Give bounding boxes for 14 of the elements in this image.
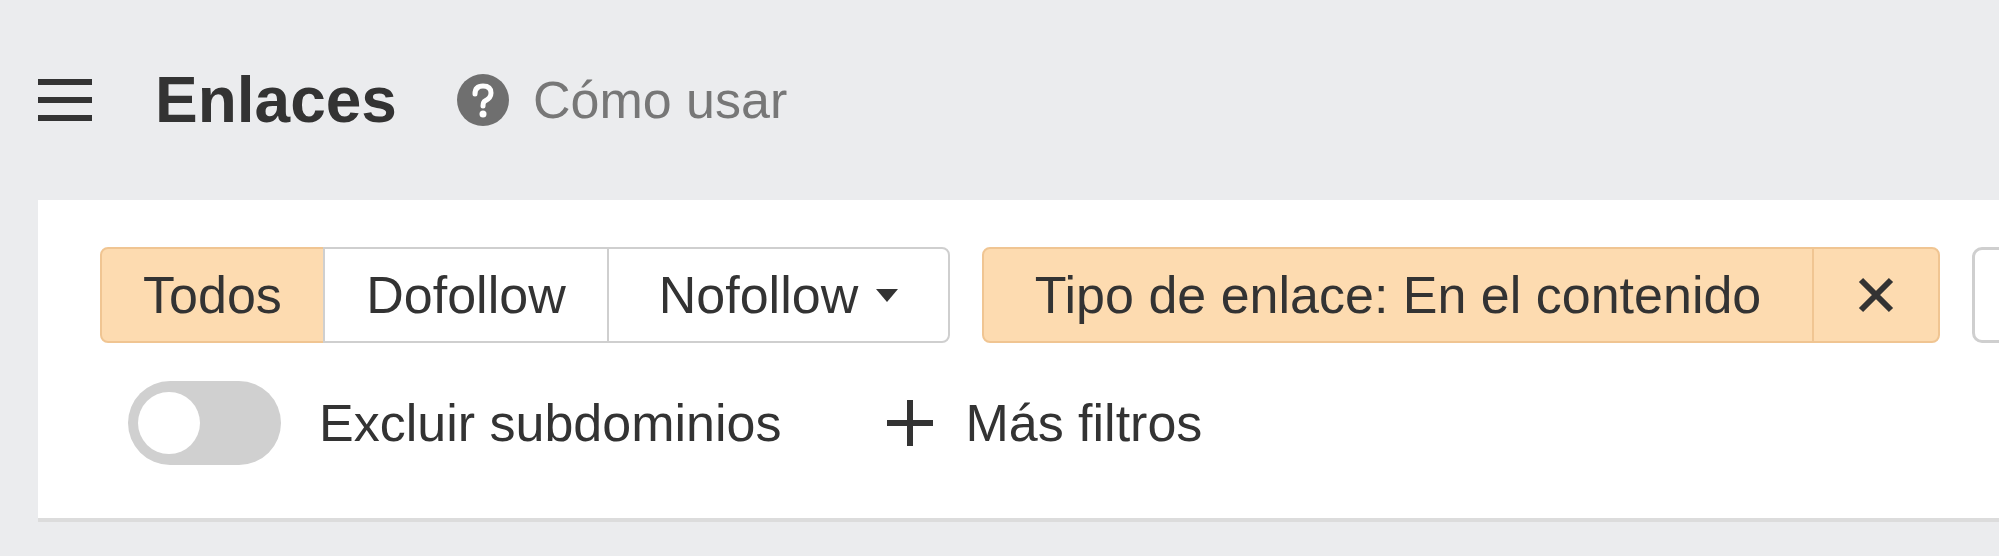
toggle-knob: [138, 392, 200, 454]
filter-label[interactable]: Tipo de enlace: En el contenido: [984, 249, 1812, 341]
help-icon[interactable]: [456, 74, 509, 126]
close-icon: [1858, 277, 1894, 313]
more-filters-button[interactable]: Más filtros: [887, 384, 1203, 462]
segment-tab[interactable]: Dofollow: [323, 247, 609, 343]
menu-icon[interactable]: [38, 79, 92, 121]
segment-tab[interactable]: Todos: [100, 247, 325, 343]
page-title: Enlaces: [155, 68, 397, 132]
how-to-use-link[interactable]: Cómo usar: [532, 74, 788, 126]
plus-icon: [887, 400, 934, 446]
segment-tab[interactable]: Nofollow: [607, 247, 950, 343]
toggle-label: Excluir subdominios: [319, 393, 782, 454]
caret-icon: [876, 288, 899, 302]
